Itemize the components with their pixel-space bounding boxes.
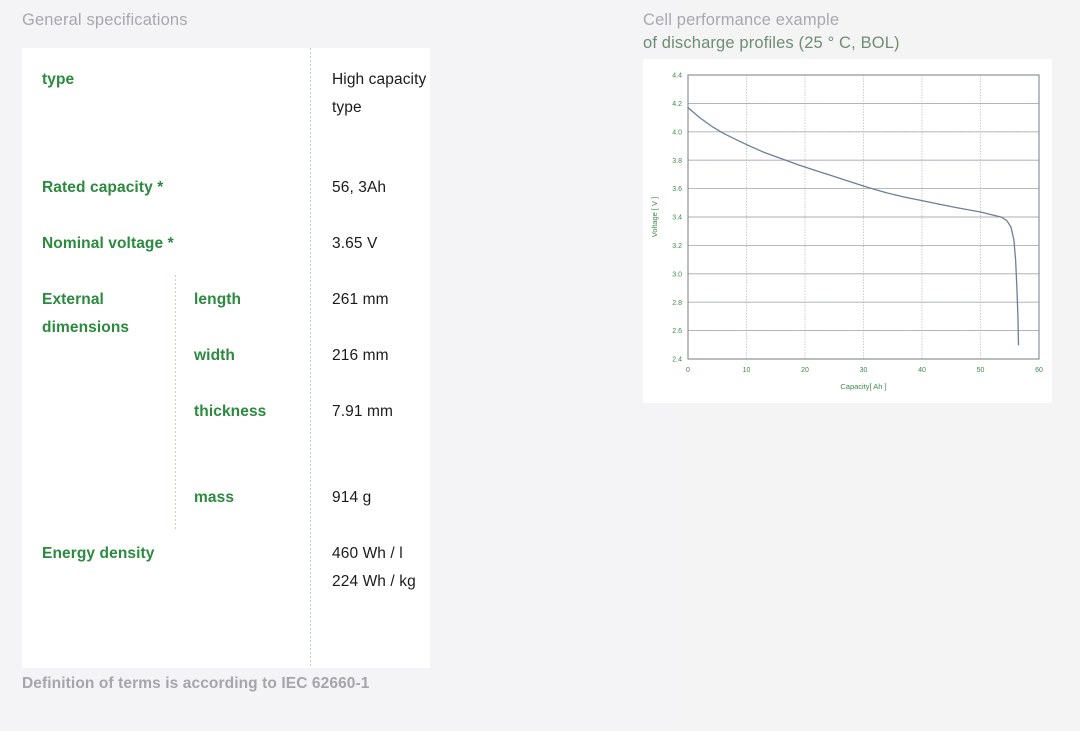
row-value: 261 mm — [332, 291, 389, 308]
row-label: Rated capacity * — [42, 179, 164, 196]
cell-performance-section: Cell performance example of discharge pr… — [643, 0, 1080, 731]
table-row: External dimensions length 261 mm — [22, 282, 430, 338]
row-value: 7.91 mm — [332, 403, 393, 420]
table-row: mass 914 g — [22, 480, 430, 536]
y-axis-tick-label: 3.8 — [672, 158, 682, 165]
row-sublabel: length — [194, 291, 242, 308]
y-axis-tick-label: 4.2 — [672, 101, 682, 108]
table-row: Rated capacity * 56, 3Ah — [22, 170, 430, 220]
table-row: type High capacity type — [22, 58, 430, 158]
chart-heading-primary: Cell performance example — [643, 11, 840, 29]
y-axis-tick-label: 4.0 — [672, 129, 682, 136]
x-axis-tick-label: 30 — [860, 367, 868, 374]
row-label: type — [42, 71, 75, 88]
discharge-profile-chart: 2.4 2.6 2.8 3.0 3.2 3.4 3.6 3.8 4.0 4.2 4.4 0 10 20 30… — [643, 59, 1052, 403]
x-axis-tick-label: 20 — [801, 367, 809, 374]
discharge-curve — [687, 107, 1020, 346]
y-axis-tick-label: 2.8 — [672, 300, 682, 307]
row-value: 216 mm — [332, 347, 389, 364]
general-specifications-section: General specifications type High capacit… — [0, 0, 460, 731]
y-axis-title: Voltage [ V ] — [650, 197, 659, 237]
table-row: Energy density 460 Wh / l 224 Wh / kg — [22, 536, 430, 656]
row-sublabel: thickness — [194, 403, 267, 420]
specifications-footnote: Definition of terms is according to IEC … — [22, 675, 370, 692]
table-row: thickness 7.91 mm — [22, 394, 430, 478]
x-axis-tick-label: 10 — [743, 367, 751, 374]
x-axis-tick-label: 40 — [918, 367, 926, 374]
chart-heading-secondary: of discharge profiles (25 ° C, BOL) — [643, 34, 900, 52]
y-axis-tick-label: 3.4 — [672, 215, 682, 222]
general-specifications-heading: General specifications — [22, 11, 188, 29]
y-axis-tick-label: 3.2 — [672, 243, 682, 250]
y-axis-tick-label: 4.4 — [672, 73, 682, 80]
row-label: Energy density — [42, 545, 155, 562]
specifications-table: type High capacity type Rated capacity *… — [22, 48, 430, 668]
x-axis-title: Capacity[ Ah ] — [840, 382, 886, 391]
row-label: Nominal voltage * — [42, 235, 174, 252]
y-axis-tick-label: 3.0 — [672, 271, 682, 278]
row-value: High capacity type — [332, 71, 427, 116]
row-sublabel: mass — [194, 489, 235, 506]
row-label: External dimensions — [42, 291, 130, 336]
y-axis-tick-label: 3.6 — [672, 186, 682, 193]
table-row: Nominal voltage * 3.65 V — [22, 226, 430, 276]
row-value: 914 g — [332, 489, 372, 506]
y-axis-tick-label: 2.4 — [672, 357, 682, 364]
row-value: 3.65 V — [332, 235, 378, 252]
x-axis-tick-label: 0 — [686, 367, 690, 374]
row-value: 460 Wh / l 224 Wh / kg — [332, 545, 416, 590]
chart-svg: 2.4 2.6 2.8 3.0 3.2 3.4 3.6 3.8 4.0 4.2 4.4 0 10 20 30… — [650, 73, 1043, 391]
row-value: 56, 3Ah — [332, 179, 387, 196]
row-sublabel: width — [194, 347, 235, 364]
x-axis-tick-label: 50 — [977, 367, 985, 374]
y-axis-tick-label: 2.6 — [672, 328, 682, 335]
x-axis-tick-label: 60 — [1035, 367, 1043, 374]
table-row: width 216 mm — [22, 338, 430, 394]
